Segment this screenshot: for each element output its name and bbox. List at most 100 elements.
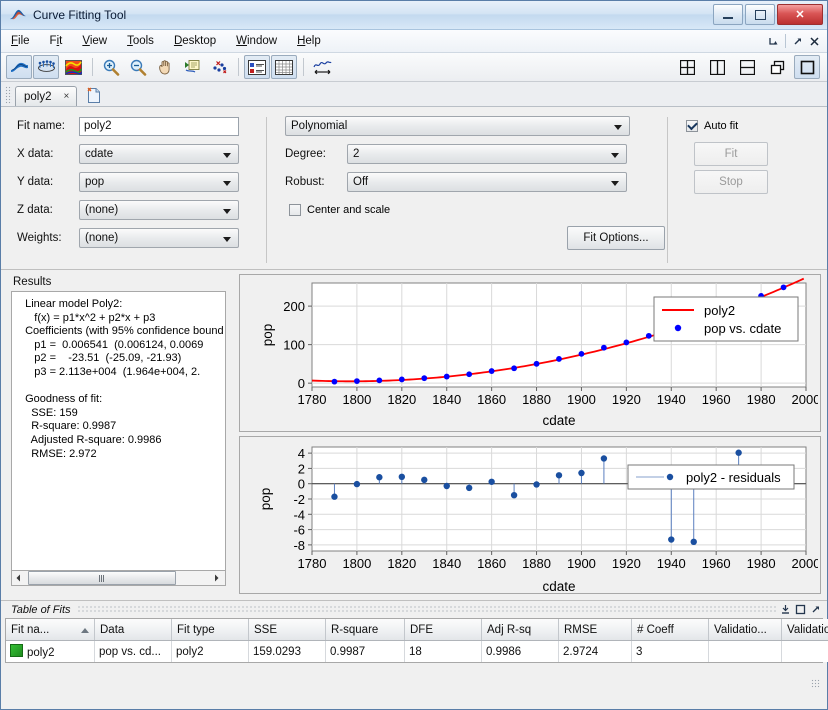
auto-fit-checkbox[interactable] <box>686 120 698 132</box>
results-textbox[interactable]: Linear model Poly2: f(x) = p1*x^2 + p2*x… <box>11 291 226 571</box>
main-fit-plot[interactable]: 1780180018201840186018801900192019401960… <box>239 274 821 432</box>
scroll-left-icon[interactable] <box>12 572 25 585</box>
layout-single-icon[interactable] <box>794 55 820 79</box>
surface-plot-icon[interactable] <box>60 55 86 79</box>
fit-type-select[interactable]: Polynomial <box>285 116 630 136</box>
sort-asc-icon <box>81 628 89 633</box>
undock-icon[interactable] <box>808 602 823 617</box>
fits-col-10[interactable]: Validatio... <box>782 619 828 641</box>
fits-col-5[interactable]: DFE <box>405 619 482 641</box>
z-data-select[interactable]: (none) <box>79 200 239 220</box>
tabstrip-grip[interactable] <box>5 86 12 104</box>
fit-name-input[interactable]: poly2 <box>79 117 239 136</box>
svg-text:1980: 1980 <box>747 392 776 407</box>
grid-toggle-icon[interactable] <box>271 55 297 79</box>
chevron-down-icon <box>223 209 231 214</box>
exclude-outliers-icon[interactable] <box>206 55 232 79</box>
zoom-in-icon[interactable] <box>98 55 124 79</box>
fits-cell-10 <box>782 641 828 663</box>
minimize-button[interactable] <box>713 4 743 25</box>
fits-col-4[interactable]: R-square <box>326 619 405 641</box>
fits-col-6[interactable]: Adj R-sq <box>482 619 559 641</box>
weights-value: (none) <box>85 232 118 244</box>
fits-col-8[interactable]: # Coeff <box>632 619 709 641</box>
resize-grip-icon[interactable] <box>811 679 820 688</box>
data-selection-column: Fit name: poly2 X data: cdate Y data: po… <box>1 115 266 269</box>
fits-col-0[interactable]: Fit na... <box>6 619 95 641</box>
svg-text:4: 4 <box>298 446 305 461</box>
table-row[interactable]: poly2pop vs. cd...poly2159.02930.9987180… <box>6 641 828 663</box>
svg-text:-6: -6 <box>293 523 305 538</box>
fits-col-3[interactable]: SSE <box>249 619 326 641</box>
fit-options-button[interactable]: Fit Options... <box>567 226 665 250</box>
fits-cell-7: 2.9724 <box>559 641 632 663</box>
maximize-button[interactable] <box>745 4 775 25</box>
pan-hand-icon[interactable] <box>152 55 178 79</box>
legend-toggle-icon[interactable] <box>244 55 270 79</box>
data-cursor-icon[interactable] <box>179 55 205 79</box>
fits-col-9[interactable]: Validatio... <box>709 619 782 641</box>
maximize-icon[interactable] <box>793 602 808 617</box>
menu-bar: File Fit View Tools Desktop Window Help <box>1 30 827 53</box>
fits-col-1[interactable]: Data <box>95 619 172 641</box>
fit-surface-icon[interactable] <box>33 55 59 79</box>
scroll-right-icon[interactable] <box>210 572 223 585</box>
weights-select[interactable]: (none) <box>79 228 239 248</box>
close-button[interactable]: ✕ <box>777 4 823 25</box>
menu-help[interactable]: Help <box>287 33 331 49</box>
layout-cascade-icon[interactable] <box>764 55 790 79</box>
fits-col-2[interactable]: Fit type <box>172 619 249 641</box>
scrollbar-thumb[interactable] <box>28 571 176 585</box>
x-data-row: X data: cdate <box>17 143 266 165</box>
svg-text:2000: 2000 <box>792 556 818 571</box>
x-data-value: cdate <box>85 148 113 160</box>
panel-drag-dots[interactable] <box>77 606 778 613</box>
menu-desktop[interactable]: Desktop <box>164 33 226 49</box>
toolbar <box>1 53 827 82</box>
tab-poly2[interactable]: poly2 × <box>15 86 77 106</box>
y-data-select[interactable]: pop <box>79 172 239 192</box>
menu-window[interactable]: Window <box>226 33 287 49</box>
tab-close-icon[interactable]: × <box>61 90 73 103</box>
degree-value: 2 <box>353 148 359 160</box>
fit-button[interactable]: Fit <box>694 142 768 166</box>
fit-curve-icon[interactable] <box>6 55 32 79</box>
undock-arrow-icon[interactable] <box>765 31 782 51</box>
stop-button[interactable]: Stop <box>694 170 768 194</box>
fit-type-row: Polynomial <box>285 115 667 137</box>
center-and-scale-checkbox[interactable] <box>289 204 301 216</box>
fits-cell-5: 18 <box>405 641 482 663</box>
fits-cell-1: pop vs. cd... <box>95 641 172 663</box>
svg-text:1840: 1840 <box>432 392 461 407</box>
results-text: Linear model Poly2: f(x) = p1*x^2 + p2*x… <box>12 292 225 461</box>
popout-arrow-icon[interactable] <box>789 31 806 51</box>
dock-down-icon[interactable] <box>778 602 793 617</box>
svg-text:1820: 1820 <box>387 556 416 571</box>
close-icon[interactable] <box>806 31 823 51</box>
center-and-scale-label: Center and scale <box>307 204 390 216</box>
zoom-out-icon[interactable] <box>125 55 151 79</box>
svg-text:-8: -8 <box>293 538 305 553</box>
fit-color-swatch <box>10 644 23 657</box>
x-data-select[interactable]: cdate <box>79 144 239 164</box>
menu-view[interactable]: View <box>72 33 117 49</box>
table-empty-area <box>5 663 823 690</box>
residuals-plot-icon[interactable] <box>309 55 335 79</box>
layout-grid-icon[interactable] <box>674 55 700 79</box>
new-fit-icon[interactable] <box>83 85 105 105</box>
fits-col-7[interactable]: RMSE <box>559 619 632 641</box>
toolbar-separator-2 <box>238 58 239 76</box>
degree-select[interactable]: 2 <box>347 144 627 164</box>
menu-fit[interactable]: Fit <box>40 33 73 49</box>
menu-tools[interactable]: Tools <box>117 33 164 49</box>
auto-fit-label: Auto fit <box>704 120 738 132</box>
robust-select[interactable]: Off <box>347 172 627 192</box>
svg-text:1960: 1960 <box>702 556 731 571</box>
degree-label: Degree: <box>285 148 347 160</box>
layout-rows-icon[interactable] <box>734 55 760 79</box>
results-horizontal-scrollbar[interactable] <box>11 571 226 586</box>
residuals-plot[interactable]: 1780180018201840186018801900192019401960… <box>239 436 821 594</box>
menu-file[interactable]: File <box>1 33 40 49</box>
layout-columns-icon[interactable] <box>704 55 730 79</box>
fits-table-header-row: Fit na...DataFit typeSSER-squareDFEAdj R… <box>6 619 828 641</box>
